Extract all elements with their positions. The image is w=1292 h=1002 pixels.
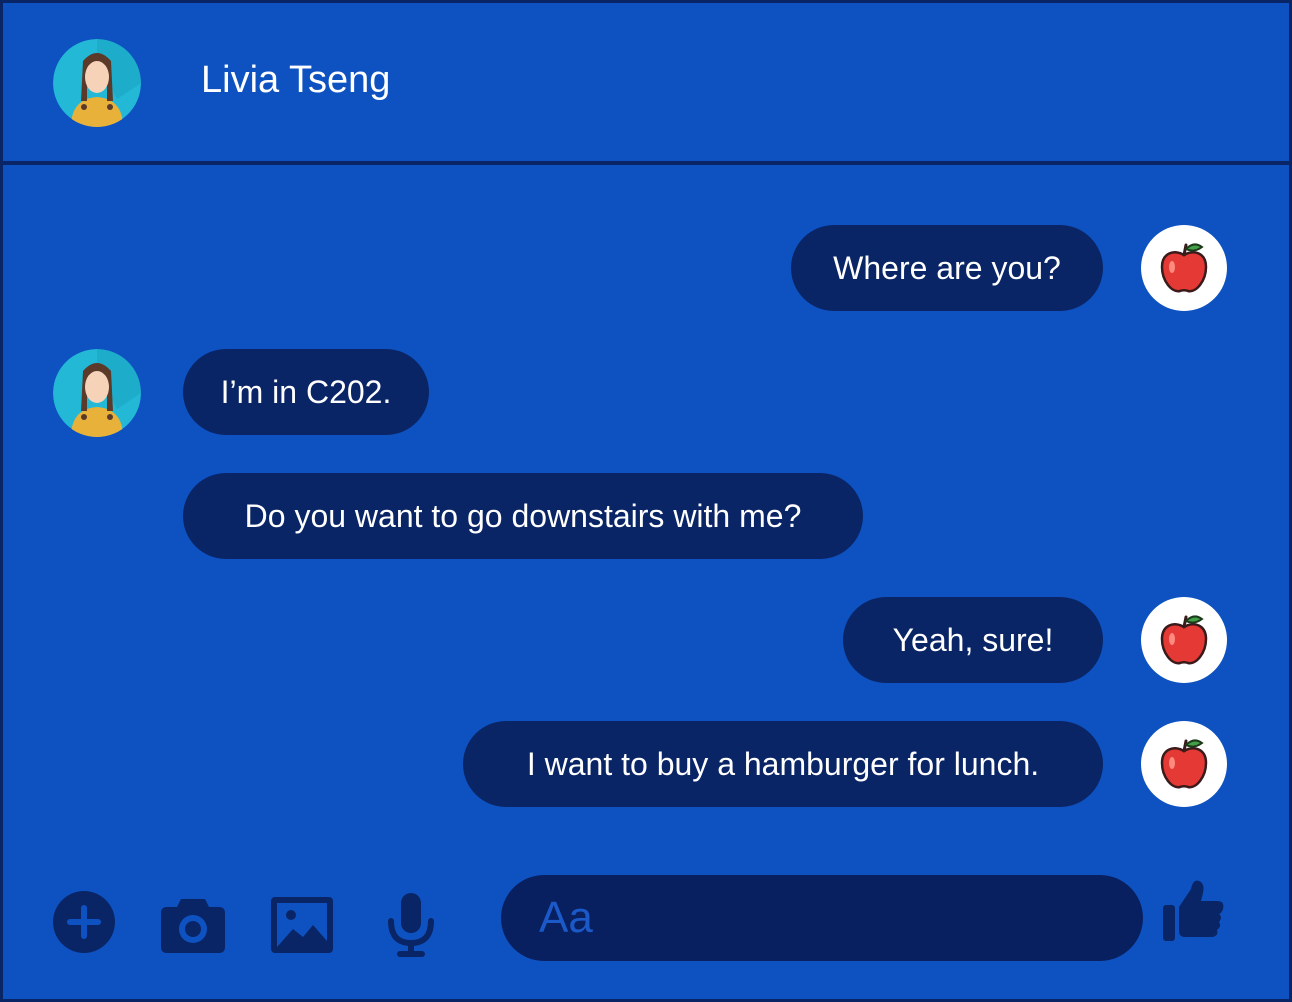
girl-avatar-icon bbox=[53, 39, 141, 127]
apple-icon bbox=[1160, 739, 1208, 789]
message-bubble-incoming: Do you want to go downstairs with me? bbox=[183, 473, 863, 559]
my-avatar[interactable] bbox=[1141, 597, 1227, 683]
microphone-button[interactable] bbox=[387, 893, 435, 959]
message-bubble-incoming: I’m in C202. bbox=[183, 349, 429, 435]
camera-icon bbox=[161, 899, 225, 953]
image-icon bbox=[271, 897, 333, 953]
apple-icon bbox=[1160, 243, 1208, 293]
my-avatar[interactable] bbox=[1141, 721, 1227, 807]
message-bubble-outgoing: I want to buy a hamburger for lunch. bbox=[463, 721, 1103, 807]
camera-button[interactable] bbox=[161, 895, 225, 953]
chat-window: Livia Tseng Where are you? I’m in C202. … bbox=[0, 0, 1292, 1002]
plus-icon bbox=[53, 891, 115, 953]
message-bubble-outgoing: Yeah, sure! bbox=[843, 597, 1103, 683]
girl-avatar-icon bbox=[53, 349, 141, 437]
like-button[interactable] bbox=[1161, 877, 1225, 943]
add-button[interactable] bbox=[53, 891, 115, 953]
contact-avatar[interactable] bbox=[53, 39, 141, 127]
message-input[interactable] bbox=[537, 887, 1101, 949]
message-bubble-outgoing: Where are you? bbox=[791, 225, 1103, 311]
image-button[interactable] bbox=[271, 897, 333, 953]
contact-name: Livia Tseng bbox=[201, 59, 391, 101]
thumbs-up-icon bbox=[1163, 880, 1224, 941]
my-avatar[interactable] bbox=[1141, 225, 1227, 311]
microphone-icon bbox=[388, 893, 434, 957]
contact-message-avatar[interactable] bbox=[53, 349, 141, 437]
message-composer[interactable] bbox=[501, 875, 1143, 961]
chat-header: Livia Tseng bbox=[3, 3, 1289, 165]
apple-icon bbox=[1160, 615, 1208, 665]
